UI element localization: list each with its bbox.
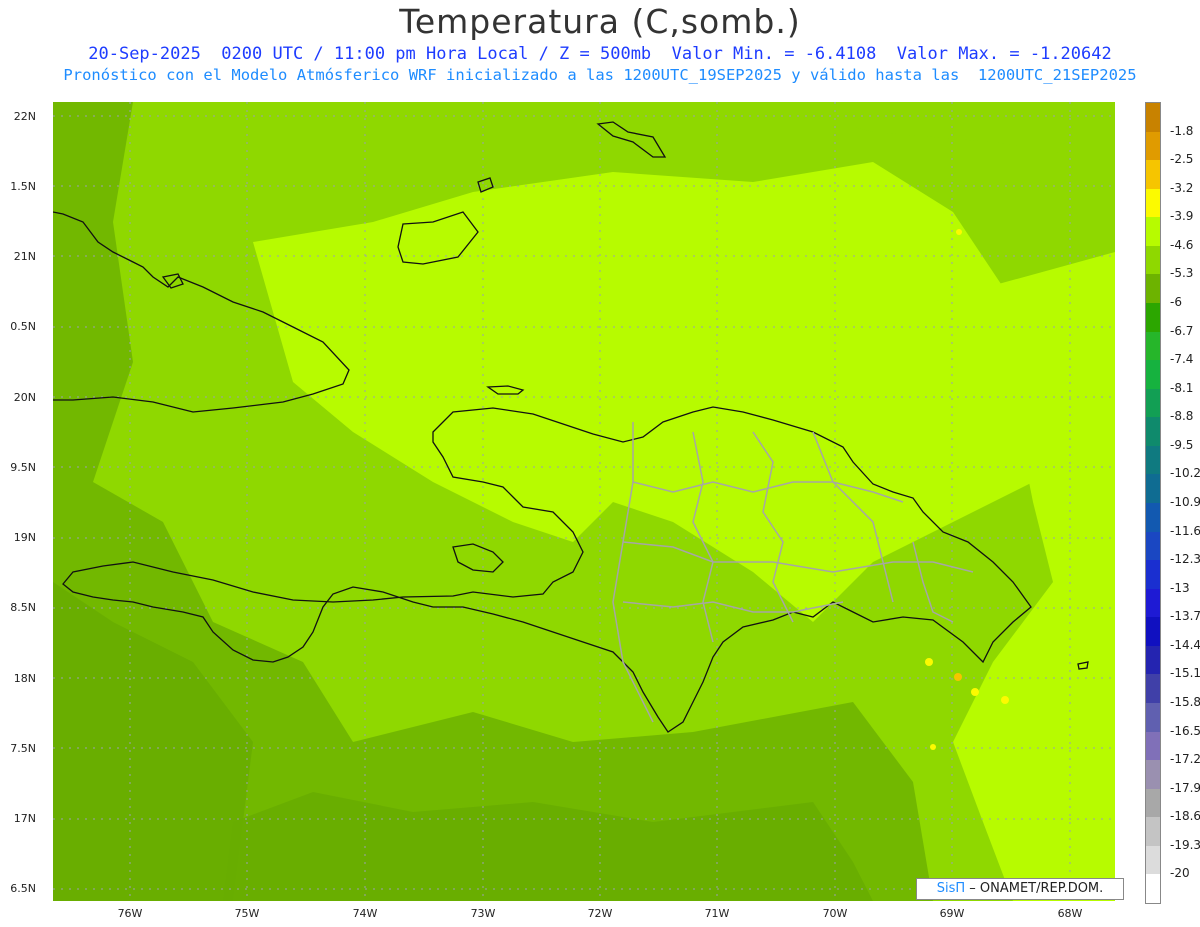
colorbar-label: -1.8 <box>1170 123 1194 138</box>
y-tick-17.5N: 7.5N <box>10 742 36 755</box>
field-dark-bottom <box>223 792 873 901</box>
x-tick-73W: 73W <box>470 907 496 920</box>
y-tick-20.5N: 0.5N <box>10 320 36 333</box>
colorbar-label: -7.4 <box>1170 352 1194 367</box>
colorbar-swatch <box>1146 703 1160 733</box>
colorbar-swatch <box>1146 674 1160 704</box>
colorbar-label: -6 <box>1170 295 1182 309</box>
credit-org: – ONAMET/REP.DOM. <box>969 881 1104 896</box>
colorbar-label: -15.8 <box>1170 695 1200 709</box>
colorbar-swatch <box>1146 588 1160 618</box>
x-tick-72W: 72W <box>587 907 613 920</box>
colorbar-swatch <box>1146 274 1160 304</box>
colorbar-label: -12.3 <box>1170 552 1200 567</box>
map-title: Temperatura (C,somb.) <box>399 2 801 41</box>
colorbar-label: -5.3 <box>1170 266 1194 281</box>
colorbar-label: -13.7 <box>1170 609 1200 624</box>
colorbar-swatch <box>1146 417 1160 447</box>
colorbar-swatch <box>1146 217 1160 247</box>
x-tick-76W: 76W <box>117 907 143 920</box>
colorbar-swatch <box>1146 445 1160 475</box>
colorbar-label: -18.6 <box>1170 809 1200 824</box>
colorbar-label: -10.2 <box>1170 466 1200 481</box>
colorbar-label: -13 <box>1170 580 1190 595</box>
colorbar-swatch <box>1146 788 1160 818</box>
y-tick-16.5N: 6.5N <box>10 882 36 895</box>
colorbar-swatch <box>1146 188 1160 218</box>
y-tick-19N: 19N <box>13 531 36 544</box>
colorbar-swatch <box>1146 531 1160 561</box>
x-tick-75W: 75W <box>234 907 260 920</box>
colorbar-swatch <box>1146 245 1160 275</box>
colorbar-swatch <box>1146 388 1160 418</box>
colorbar-swatch <box>1146 503 1160 533</box>
colorbar-label: -19.3 <box>1170 837 1200 852</box>
colorbar-label: -3.2 <box>1170 180 1194 195</box>
colorbar-label: -15.1 <box>1170 666 1200 681</box>
x-tick-74W: 74W <box>352 907 378 920</box>
y-tick-21N: 21N <box>13 250 36 263</box>
colorbar-swatch <box>1146 331 1160 361</box>
colorbar <box>1145 102 1161 904</box>
colorbar-swatch <box>1146 303 1160 333</box>
map-subtitle-time: 20-Sep-2025 0200 UTC / 11:00 pm Hora Loc… <box>88 44 1112 64</box>
colorbar-swatch <box>1146 160 1160 190</box>
colorbar-label: -20 <box>1170 866 1190 881</box>
colorbar-label: -8.1 <box>1170 380 1194 395</box>
colorbar-swatch <box>1146 103 1160 133</box>
colorbar-label: -6.7 <box>1170 323 1194 338</box>
y-tick-22N: 22N <box>13 110 36 123</box>
colorbar-label: -4.6 <box>1170 237 1194 252</box>
colorbar-swatch <box>1146 760 1160 790</box>
y-tick-17N: 17N <box>13 812 36 825</box>
colorbar-swatch <box>1146 731 1160 761</box>
sispi-logo-text: SisΠ <box>936 881 966 896</box>
colorbar-label: -9.5 <box>1170 437 1194 452</box>
x-tick-69W: 69W <box>939 907 965 920</box>
colorbar-swatch <box>1146 474 1160 504</box>
colorbar-swatch <box>1146 131 1160 161</box>
colorbar-label: -17.9 <box>1170 780 1200 795</box>
colorbar-label: -14.4 <box>1170 637 1200 652</box>
colorbar-swatch <box>1146 874 1160 904</box>
x-tick-71W: 71W <box>704 907 730 920</box>
y-tick-18N: 18N <box>13 672 36 685</box>
colorbar-label: -17.2 <box>1170 752 1200 767</box>
y-tick-21.5N: 1.5N <box>10 180 36 193</box>
y-tick-18.5N: 8.5N <box>10 601 36 614</box>
credit-box: SisΠ – ONAMET/REP.DOM. <box>916 878 1124 900</box>
map-subtitle-model: Pronóstico con el Modelo Atmósferico WRF… <box>63 66 1137 84</box>
colorbar-label: -16.5 <box>1170 723 1200 738</box>
colorbar-label: -3.9 <box>1170 209 1194 224</box>
x-tick-68W: 68W <box>1057 907 1083 920</box>
colorbar-label: -8.8 <box>1170 409 1194 424</box>
colorbar-label: -2.5 <box>1170 152 1194 167</box>
temperature-map <box>53 102 1115 901</box>
colorbar-swatch <box>1146 360 1160 390</box>
colorbar-swatch <box>1146 817 1160 847</box>
y-tick-19.5N: 9.5N <box>10 461 36 474</box>
map-svg <box>53 102 1115 901</box>
colorbar-label: -11.6 <box>1170 523 1200 538</box>
colorbar-label: -10.9 <box>1170 495 1200 509</box>
y-tick-20N: 20N <box>13 391 36 404</box>
x-tick-70W: 70W <box>822 907 848 920</box>
colorbar-swatch <box>1146 560 1160 590</box>
colorbar-swatch <box>1146 617 1160 647</box>
colorbar-swatch <box>1146 845 1160 875</box>
colorbar-swatch <box>1146 645 1160 675</box>
